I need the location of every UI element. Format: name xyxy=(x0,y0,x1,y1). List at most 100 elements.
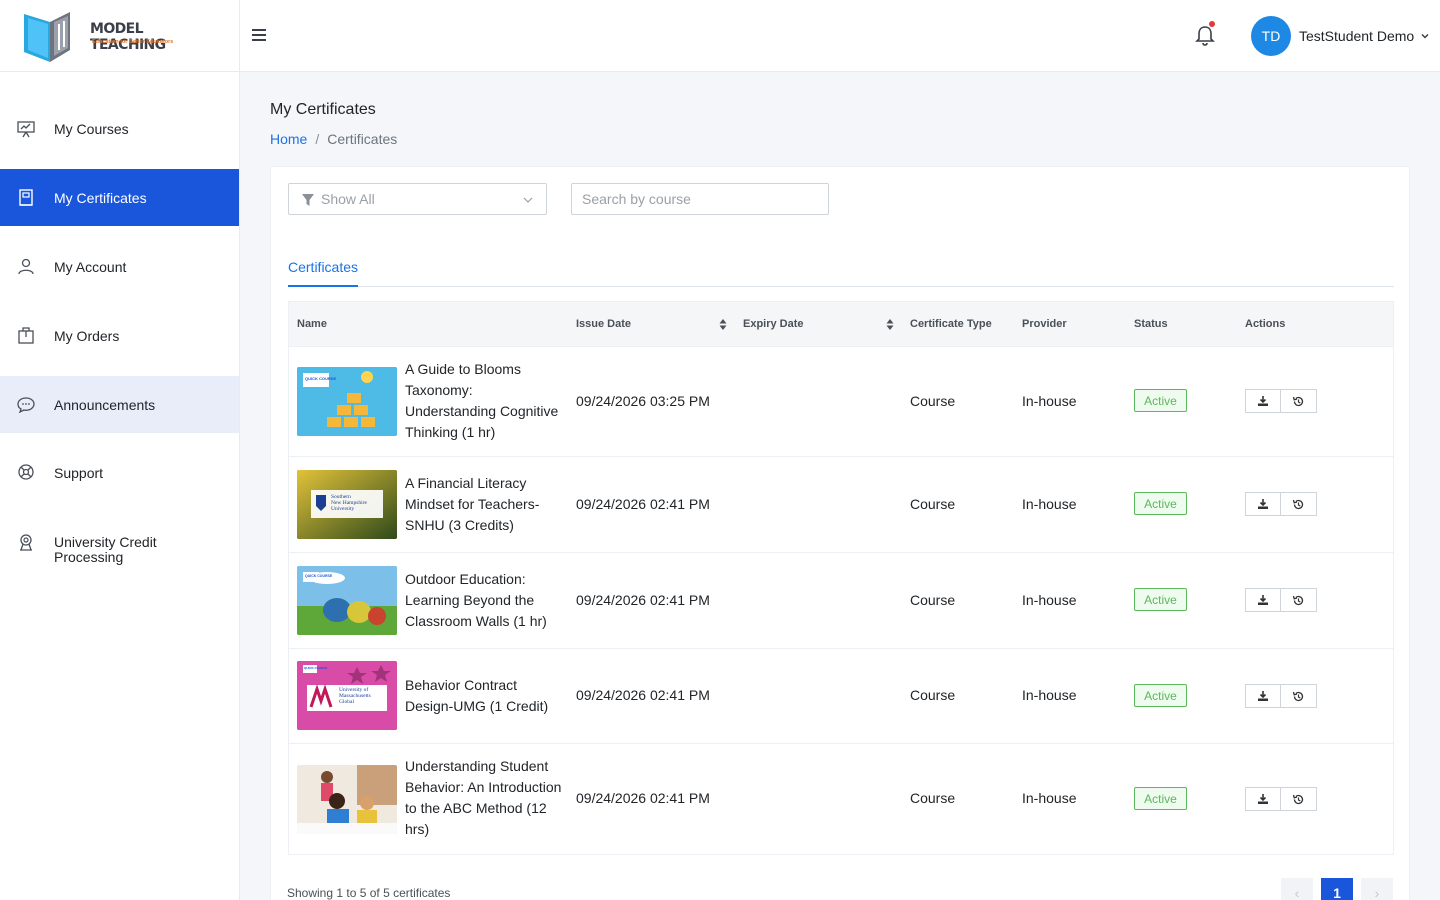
certificate-type: Course xyxy=(910,496,956,512)
history-button[interactable] xyxy=(1281,787,1317,811)
history-icon xyxy=(1292,396,1304,406)
download-icon xyxy=(1258,396,1268,406)
tab-bar: Certificates xyxy=(288,251,1394,287)
sidebar-item-label: My Certificates xyxy=(54,189,147,206)
sidebar-item-label: My Orders xyxy=(54,327,120,344)
sidebar-item-label-line-1: University Credit xyxy=(54,534,157,550)
pagination-summary: Showing 1 to 5 of 5 certificates xyxy=(287,886,451,900)
sidebar-item-label: Announcements xyxy=(54,396,156,413)
history-button[interactable] xyxy=(1281,684,1317,708)
brand-logo[interactable]: MODEL TEACHING Education for Better Educ… xyxy=(20,8,220,64)
provider: In-house xyxy=(1022,790,1077,806)
presentation-board-icon xyxy=(17,120,35,137)
open-book-logo-icon xyxy=(24,12,70,62)
sidebar-item-my-courses[interactable]: My Courses xyxy=(0,100,239,157)
row-actions xyxy=(1245,588,1317,612)
table-row: QUICK COURSE Outdoor Education: Learning… xyxy=(289,553,1393,649)
status-badge: Active xyxy=(1134,588,1187,611)
breadcrumb-current: Certificates xyxy=(327,131,398,147)
status-badge: Active xyxy=(1134,684,1187,707)
breadcrumb: Home / Certificates xyxy=(270,131,397,147)
header-divider xyxy=(239,0,240,72)
sidebar-item-label: Support xyxy=(54,464,104,481)
tab-certificates[interactable]: Certificates xyxy=(288,259,359,287)
download-icon xyxy=(1258,499,1268,509)
table-header: Name Issue Date Expiry Date Certificate … xyxy=(289,302,1393,347)
certificates-card: Show All Certificates Name Issue Date Ex… xyxy=(270,166,1410,900)
provider: In-house xyxy=(1022,496,1077,512)
filter-selected-value: Show All xyxy=(321,191,375,207)
history-icon xyxy=(1292,691,1304,701)
row-actions xyxy=(1245,684,1317,708)
breadcrumb-home-link[interactable]: Home xyxy=(270,131,307,147)
provider: In-house xyxy=(1022,393,1077,409)
filter-funnel-icon xyxy=(302,194,314,206)
course-thumbnail: University of Massachusetts Global QUICK… xyxy=(297,661,397,730)
download-button[interactable] xyxy=(1245,684,1281,708)
sidebar-item-announcements[interactable]: Announcements xyxy=(0,376,239,433)
quick-course-label: QUICK COURSE xyxy=(305,574,333,578)
sidebar-item-my-account[interactable]: My Account xyxy=(0,238,239,295)
issue-date: 09/24/2026 02:41 PM xyxy=(576,496,710,512)
notification-bell-icon[interactable] xyxy=(1194,21,1216,47)
sidebar-item-my-certificates[interactable]: My Certificates xyxy=(0,169,239,226)
certificate-type: Course xyxy=(910,592,956,608)
certificate-type: Course xyxy=(910,687,956,703)
pagination-page-1[interactable]: 1 xyxy=(1321,878,1353,900)
snhu-name-line-3: University xyxy=(331,506,355,512)
quick-course-label: QUICK COURSE xyxy=(304,666,328,670)
download-button[interactable] xyxy=(1245,492,1281,516)
history-button[interactable] xyxy=(1281,588,1317,612)
brand-name: MODEL TEACHING xyxy=(90,21,166,53)
row-actions xyxy=(1245,492,1317,516)
row-actions xyxy=(1245,389,1317,413)
course-name: Outdoor Education: Learning Beyond the C… xyxy=(405,571,547,629)
sidebar-item-my-orders[interactable]: My Orders xyxy=(0,307,239,364)
status-filter-select[interactable]: Show All xyxy=(288,183,547,215)
history-button[interactable] xyxy=(1281,389,1317,413)
user-menu[interactable]: TD TestStudent Demo xyxy=(1251,16,1430,56)
table-row: Southern New Hampshire University A Fina… xyxy=(289,457,1393,553)
pagination-next-button[interactable]: › xyxy=(1361,878,1393,900)
column-header-issue-date[interactable]: Issue Date xyxy=(576,318,631,330)
lifebuoy-icon xyxy=(18,463,34,480)
download-button[interactable] xyxy=(1245,787,1281,811)
history-button[interactable] xyxy=(1281,492,1317,516)
brand-tagline: Education for Better Educators xyxy=(92,39,174,45)
chat-bubble-icon xyxy=(17,396,35,413)
download-button[interactable] xyxy=(1245,389,1281,413)
status-badge: Active xyxy=(1134,492,1187,515)
avatar: TD xyxy=(1251,16,1291,56)
sort-icon[interactable] xyxy=(886,319,894,330)
search-input[interactable] xyxy=(571,183,829,215)
sort-icon[interactable] xyxy=(719,319,727,330)
user-icon xyxy=(18,258,34,274)
sidebar: My Courses My Certificates My Account My… xyxy=(0,72,240,900)
location-badge-icon xyxy=(20,533,32,551)
table-row: QUICK COURSE A Guide to Blooms Taxonomy:… xyxy=(289,347,1393,457)
course-thumbnail: QUICK COURSE xyxy=(297,367,397,436)
table-row: University of Massachusetts Global QUICK… xyxy=(289,649,1393,744)
column-header-name: Name xyxy=(297,318,327,330)
user-name: TestStudent Demo xyxy=(1299,28,1415,44)
course-name: Understanding Student Behavior: An Intro… xyxy=(405,758,562,837)
course-name: A Guide to Blooms Taxonomy: Understandin… xyxy=(405,361,559,440)
column-header-actions: Actions xyxy=(1245,318,1286,330)
course-thumbnail: Southern New Hampshire University xyxy=(297,470,397,539)
sidebar-item-support[interactable]: Support xyxy=(0,444,239,501)
pagination-prev-button[interactable]: ‹ xyxy=(1281,878,1313,900)
course-name: Behavior Contract Design-UMG (1 Credit) xyxy=(405,677,549,714)
certificate-type: Course xyxy=(910,790,956,806)
download-button[interactable] xyxy=(1245,588,1281,612)
column-header-provider: Provider xyxy=(1022,318,1067,330)
download-icon xyxy=(1258,794,1268,804)
order-box-icon xyxy=(18,326,34,344)
page-title: My Certificates xyxy=(270,101,376,118)
column-header-expiry-date[interactable]: Expiry Date xyxy=(743,318,804,330)
sidebar-item-university-credit-processing[interactable]: University Credit Processing xyxy=(0,513,239,570)
course-thumbnail xyxy=(297,765,397,834)
menu-toggle-icon[interactable] xyxy=(250,26,268,44)
breadcrumb-separator: / xyxy=(315,131,320,147)
top-bar: MODEL TEACHING Education for Better Educ… xyxy=(0,0,1440,72)
notification-dot xyxy=(1209,21,1215,27)
